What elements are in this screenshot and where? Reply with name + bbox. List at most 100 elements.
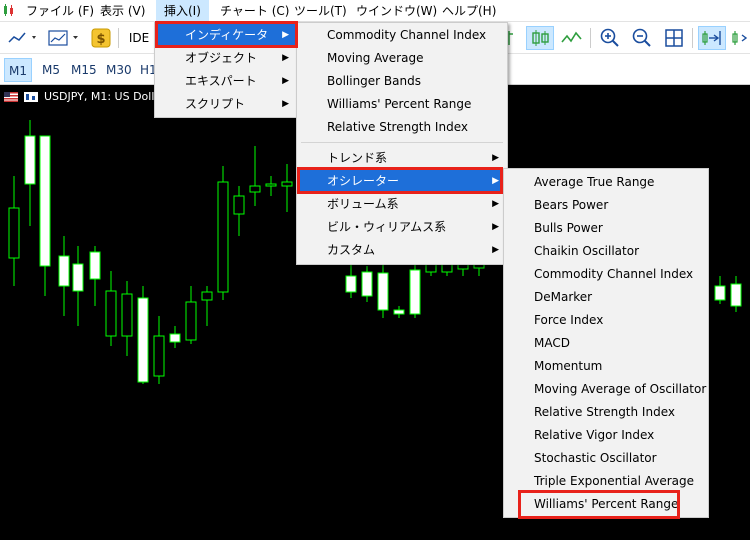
candle-body — [409, 269, 421, 315]
zoom-in-button[interactable] — [598, 26, 622, 50]
toolbar-divider — [590, 28, 591, 48]
menu-view[interactable]: 表示 (V) — [92, 0, 153, 22]
menu-window[interactable]: ウインドウ(W) — [348, 0, 445, 22]
annotation-highlight-oscillators — [297, 167, 503, 194]
zoom-out-button[interactable] — [630, 26, 654, 50]
candle-body — [249, 185, 261, 193]
toolbar-divider — [692, 28, 693, 48]
indicator-relative-strength-index[interactable]: Relative Strength Index — [297, 116, 507, 139]
auto-scroll-icon — [702, 31, 721, 45]
menu-bar: ファイル (F) 表示 (V) 挿入(I) チャート (C) ツール(T) ウイ… — [0, 0, 750, 22]
submenu-arrow-icon: ▶ — [282, 76, 289, 86]
indicators-submenu: Commodity Channel Index Moving Average B… — [296, 22, 508, 265]
oscillator-bulls-power[interactable]: Bulls Power — [504, 217, 708, 240]
ide-label: IDE — [128, 31, 150, 45]
oscillator-momentum[interactable]: Momentum — [504, 355, 708, 378]
menu-item-scripts-label: スクリプト — [185, 97, 246, 111]
oscillator-bears-power[interactable]: Bears Power — [504, 194, 708, 217]
candle-body — [153, 335, 165, 377]
menu-file[interactable]: ファイル (F) — [18, 0, 102, 22]
chart-shift-icon — [732, 31, 748, 45]
oscillator-chaikin[interactable]: Chaikin Oscillator — [504, 240, 708, 263]
timeframe-m15[interactable]: M15 — [67, 58, 101, 82]
candle-body — [72, 263, 84, 292]
zoom-in-icon — [600, 28, 619, 47]
menu-item-trend-label: トレンド系 — [327, 151, 388, 165]
menu-item-objects[interactable]: オブジェクト ▶ — [155, 47, 297, 70]
timeframe-m5[interactable]: M5 — [38, 58, 64, 82]
annotation-highlight-williams-percent-range — [518, 490, 680, 519]
line-chart-icon — [8, 32, 36, 43]
menu-item-custom[interactable]: カスタム ▶ — [297, 239, 507, 262]
candle-body — [441, 263, 453, 273]
candle-body — [425, 263, 437, 273]
submenu-arrow-icon: ▶ — [282, 53, 289, 63]
menu-item-experts[interactable]: エキスパート ▶ — [155, 70, 297, 93]
line-chart-dropdown-button[interactable] — [6, 26, 40, 50]
oscillator-rvi[interactable]: Relative Vigor Index — [504, 424, 708, 447]
auto-scroll-button[interactable] — [698, 26, 726, 50]
indicator-bollinger-bands[interactable]: Bollinger Bands — [297, 70, 507, 93]
menu-item-bill-williams-label: ビル・ウィリアムス系 — [327, 220, 447, 234]
oscillators-submenu: Average True Range Bears Power Bulls Pow… — [503, 168, 709, 518]
menu-insert[interactable]: 挿入(I) — [156, 0, 209, 22]
menu-item-bill-williams[interactable]: ビル・ウィリアムス系 ▶ — [297, 216, 507, 239]
candlestick-icon — [532, 30, 549, 46]
menu-separator — [301, 142, 503, 143]
ide-button[interactable]: IDE — [126, 26, 152, 50]
candle-body — [137, 297, 149, 383]
candle-body — [377, 272, 389, 311]
candle-body — [361, 271, 373, 297]
oscillator-stochastic[interactable]: Stochastic Oscillator — [504, 447, 708, 470]
app-icon — [4, 4, 13, 16]
candle-body — [393, 309, 405, 315]
oscillator-force-index[interactable]: Force Index — [504, 309, 708, 332]
chart-template-dropdown-button[interactable] — [46, 26, 84, 50]
candle-body — [105, 290, 117, 337]
submenu-arrow-icon: ▶ — [282, 99, 289, 109]
timeframe-m30[interactable]: M30 — [102, 58, 136, 82]
candle-body — [89, 251, 101, 280]
menu-item-objects-label: オブジェクト — [185, 51, 258, 65]
submenu-arrow-icon: ▶ — [492, 222, 499, 232]
candle-body — [58, 255, 70, 287]
chart-shift-button[interactable] — [730, 26, 750, 50]
line-button[interactable] — [560, 26, 584, 50]
grid-icon — [665, 29, 683, 47]
candle-body — [24, 135, 36, 185]
svg-text:$: $ — [96, 32, 105, 47]
menu-item-scripts[interactable]: スクリプト ▶ — [155, 93, 297, 116]
candle-body — [233, 195, 245, 215]
oscillator-rsi[interactable]: Relative Strength Index — [504, 401, 708, 424]
indicator-moving-average[interactable]: Moving Average — [297, 47, 507, 70]
menu-chart[interactable]: チャート (C) — [212, 0, 297, 22]
candle-body — [730, 283, 742, 307]
indicator-williams-percent-range[interactable]: Williams' Percent Range — [297, 93, 507, 116]
candle-body — [345, 275, 357, 293]
menu-tools[interactable]: ツール(T) — [286, 0, 355, 22]
menu-item-custom-label: カスタム — [327, 243, 376, 257]
candle-body — [265, 183, 277, 187]
tile-windows-button[interactable] — [662, 26, 686, 50]
oscillator-macd[interactable]: MACD — [504, 332, 708, 355]
oscillator-demarker[interactable]: DeMarker — [504, 286, 708, 309]
menu-item-volumes-label: ボリューム系 — [327, 197, 399, 211]
oscillator-average-true-range[interactable]: Average True Range — [504, 171, 708, 194]
submenu-arrow-icon: ▶ — [492, 245, 499, 255]
candle-body — [217, 181, 229, 293]
indicator-commodity-channel-index[interactable]: Commodity Channel Index — [297, 24, 507, 47]
candle-body — [185, 301, 197, 341]
timeframe-m1[interactable]: M1 — [4, 58, 32, 82]
menu-item-experts-label: エキスパート — [185, 74, 257, 88]
candle-body — [39, 135, 51, 267]
candle-body — [714, 285, 726, 301]
menu-item-volumes[interactable]: ボリューム系 ▶ — [297, 193, 507, 216]
candle-body — [169, 333, 181, 343]
market-button[interactable]: $ — [90, 26, 112, 50]
oscillator-osma[interactable]: Moving Average of Oscillator — [504, 378, 708, 401]
candle-body — [201, 291, 213, 301]
menu-help[interactable]: ヘルプ(H) — [434, 0, 504, 22]
toolbar-divider — [118, 28, 119, 48]
oscillator-commodity-channel-index[interactable]: Commodity Channel Index — [504, 263, 708, 286]
candlestick-button[interactable] — [526, 26, 554, 50]
